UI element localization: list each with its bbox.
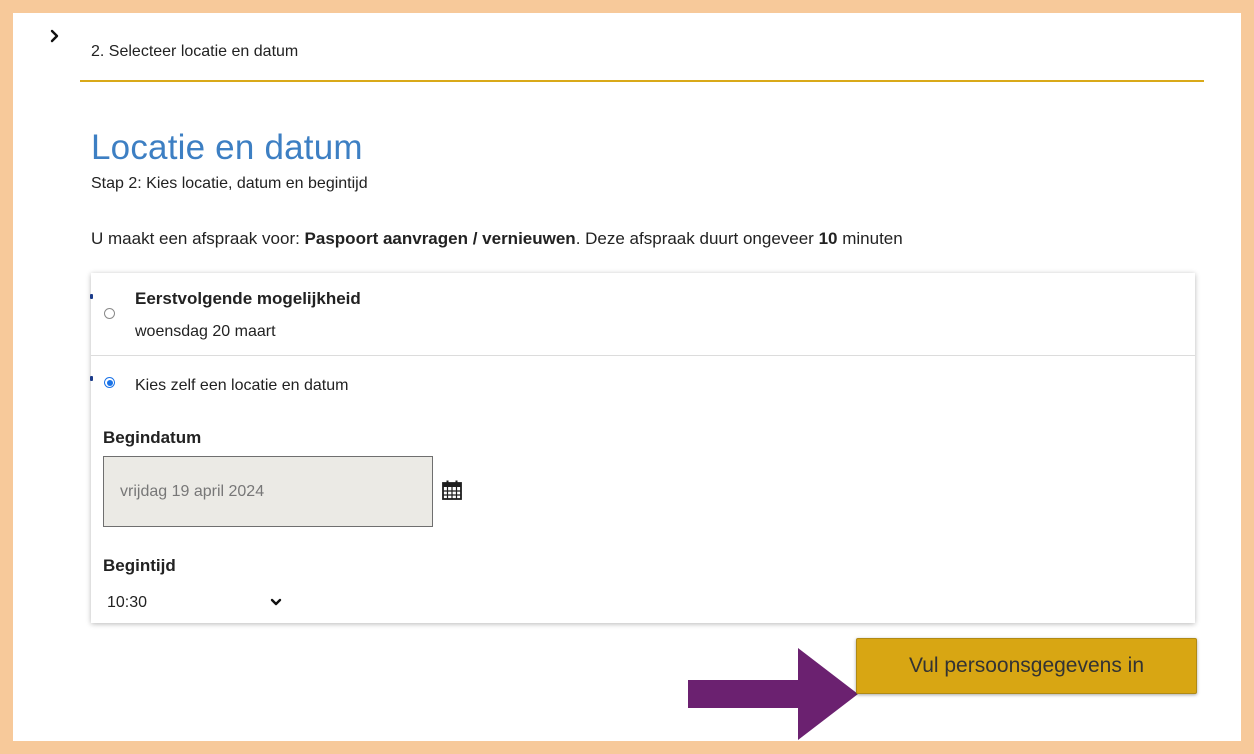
start-time-value[interactable]: 10:30 bbox=[107, 594, 147, 612]
radio-choose-own[interactable] bbox=[104, 377, 115, 388]
info-suffix: minuten bbox=[837, 229, 903, 248]
chevron-right-icon[interactable] bbox=[47, 28, 63, 44]
start-date-label: Begindatum bbox=[103, 428, 202, 447]
arrow-right-icon bbox=[688, 648, 858, 740]
duration-value: 10 bbox=[818, 229, 838, 248]
page-title: Locatie en datum bbox=[91, 128, 363, 167]
choose-own-label[interactable]: Kies zelf een locatie en datum bbox=[135, 377, 348, 395]
step-header: 2. Selecteer locatie en datum bbox=[91, 43, 299, 60]
submit-personal-details-button[interactable]: Vul persoonsgegevens in bbox=[856, 638, 1197, 694]
radio-first-available[interactable] bbox=[104, 308, 115, 319]
chevron-down-icon[interactable] bbox=[269, 595, 283, 609]
start-date-field[interactable] bbox=[103, 456, 433, 527]
options-divider bbox=[91, 355, 1195, 356]
service-name: Paspoort aanvragen / vernieuwen bbox=[304, 229, 576, 248]
header-divider bbox=[80, 80, 1204, 82]
focus-marker bbox=[90, 376, 93, 381]
info-middle: . Deze afspraak duurt ongeveer bbox=[575, 229, 819, 248]
calendar-icon[interactable] bbox=[441, 479, 463, 501]
focus-marker bbox=[90, 294, 93, 299]
page-subtitle: Stap 2: Kies locatie, datum en begintijd bbox=[91, 175, 368, 192]
appointment-info: U maakt een afspraak voor: Paspoort aanv… bbox=[91, 229, 903, 249]
info-prefix: U maakt een afspraak voor: bbox=[91, 229, 305, 248]
start-time-select[interactable]: 10:30 bbox=[103, 592, 283, 616]
start-time-label: Begintijd bbox=[103, 556, 176, 575]
first-available-title[interactable]: Eerstvolgende mogelijkheid bbox=[135, 289, 361, 309]
first-available-date[interactable]: woensdag 20 maart bbox=[135, 323, 276, 341]
